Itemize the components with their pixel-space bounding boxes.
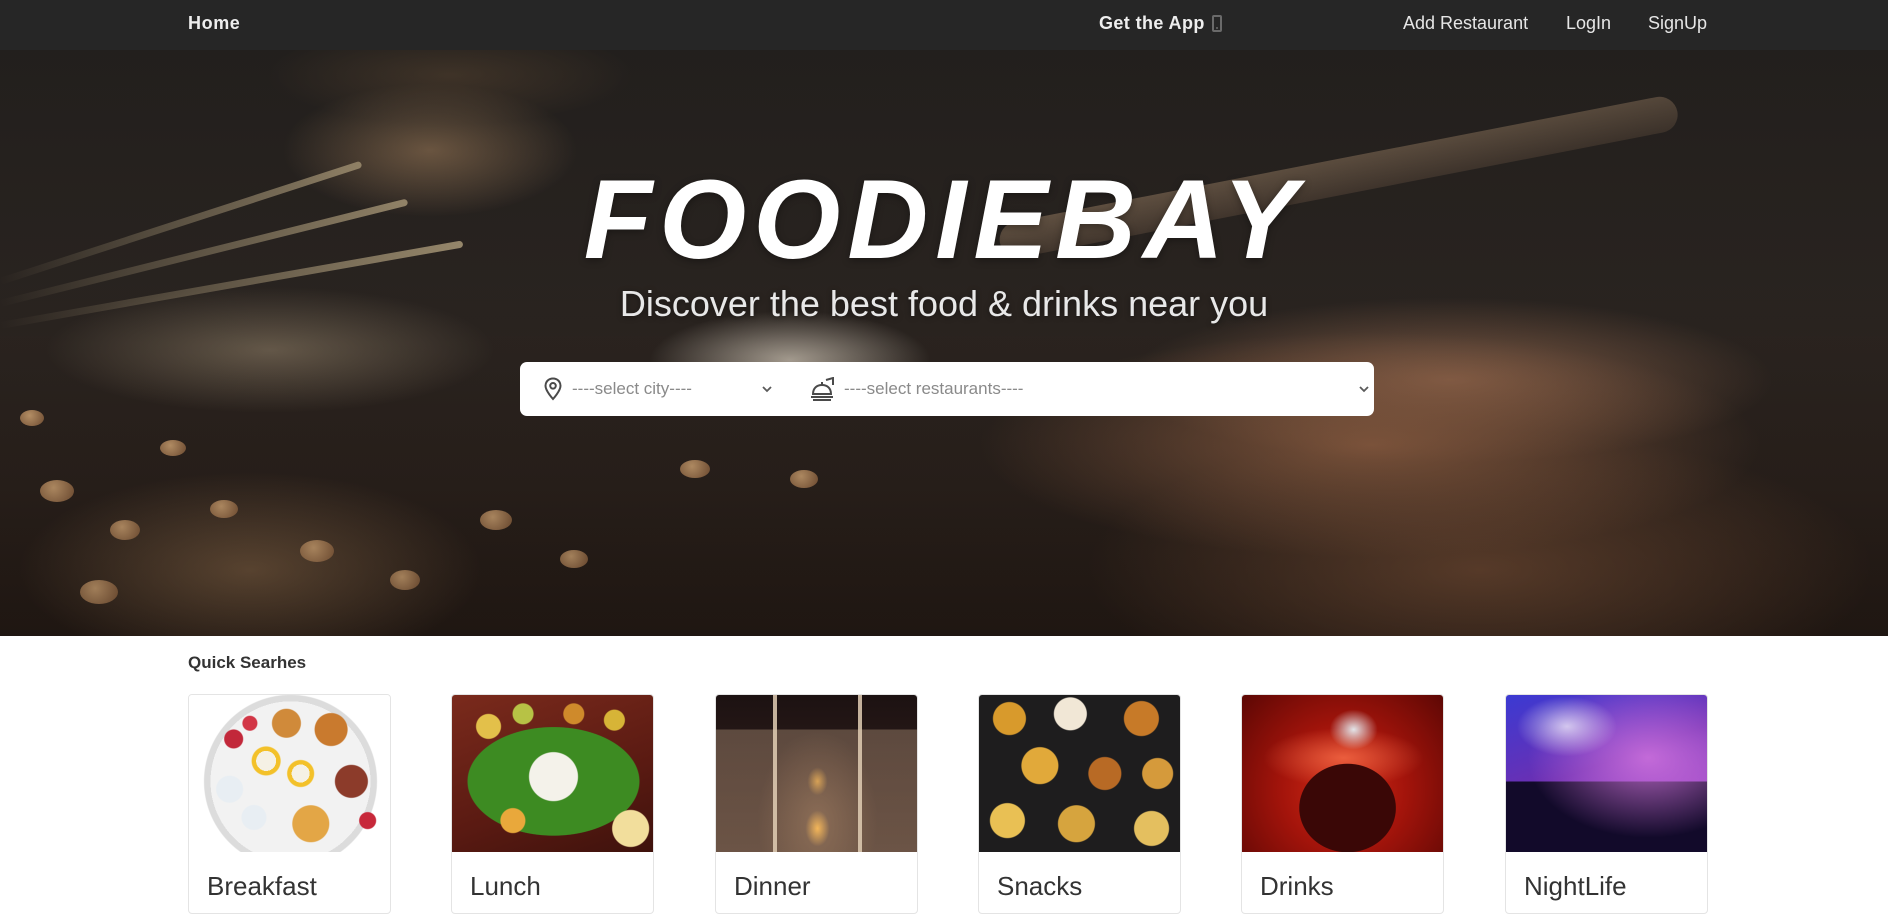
- quick-search-card-snacks[interactable]: Snacks: [978, 694, 1181, 914]
- breakfast-image: [189, 695, 390, 852]
- get-app-label: Get the App: [1099, 13, 1205, 33]
- mobile-phone-icon: [1211, 15, 1222, 32]
- hero-tagline: Discover the best food & drinks near you: [619, 283, 1269, 324]
- quick-search-label: NightLife: [1524, 871, 1627, 901]
- quick-search-label: Drinks: [1260, 871, 1334, 901]
- chevron-down-icon: [762, 386, 772, 393]
- hero-banner: FOODIEBAY Discover the best food & drink…: [0, 50, 1888, 636]
- nav-home-link[interactable]: Home: [188, 0, 240, 50]
- quick-search-card-dinner[interactable]: Dinner: [715, 694, 918, 914]
- map-pin-icon: [544, 377, 562, 401]
- dinner-image: [716, 695, 917, 852]
- search-bar: ----select city---- ----select restauran…: [520, 362, 1374, 416]
- quick-search-card-breakfast[interactable]: Breakfast: [188, 694, 391, 914]
- food-tray-icon: [811, 377, 834, 401]
- drinks-image: [1242, 695, 1443, 852]
- restaurant-select-placeholder: ----select restaurants----: [844, 379, 1024, 398]
- restaurant-select[interactable]: ----select restaurants----: [785, 362, 1374, 416]
- quick-search-label: Breakfast: [207, 871, 317, 901]
- lunch-image: [452, 695, 653, 852]
- quick-searches-title: Quick Searhes: [188, 653, 307, 672]
- top-navbar: Home Get the App Add Restaurant LogIn Si…: [0, 0, 1888, 50]
- quick-search-card-lunch[interactable]: Lunch: [451, 694, 654, 914]
- chevron-down-icon: [1359, 386, 1369, 393]
- quick-search-card-drinks[interactable]: Drinks: [1241, 694, 1444, 914]
- nav-login-link[interactable]: LogIn: [1566, 0, 1611, 50]
- quick-search-label: Dinner: [734, 871, 811, 901]
- nav-add-restaurant-link[interactable]: Add Restaurant: [1403, 0, 1528, 50]
- quick-searches-list: Breakfast Lunch Dinner Snacks Drinks Nig…: [188, 694, 1708, 914]
- nav-get-app-link[interactable]: Get the App: [1099, 0, 1222, 50]
- nav-signup-link[interactable]: SignUp: [1648, 0, 1707, 50]
- city-select-placeholder: ----select city----: [572, 379, 692, 398]
- city-select[interactable]: ----select city----: [520, 362, 785, 416]
- quick-search-label: Lunch: [470, 871, 541, 901]
- nightlife-image: [1506, 695, 1707, 852]
- quick-search-card-nightlife[interactable]: NightLife: [1505, 694, 1708, 914]
- brand-title: FOODIEBAY: [583, 157, 1305, 282]
- snacks-image: [979, 695, 1180, 852]
- quick-search-label: Snacks: [997, 871, 1083, 901]
